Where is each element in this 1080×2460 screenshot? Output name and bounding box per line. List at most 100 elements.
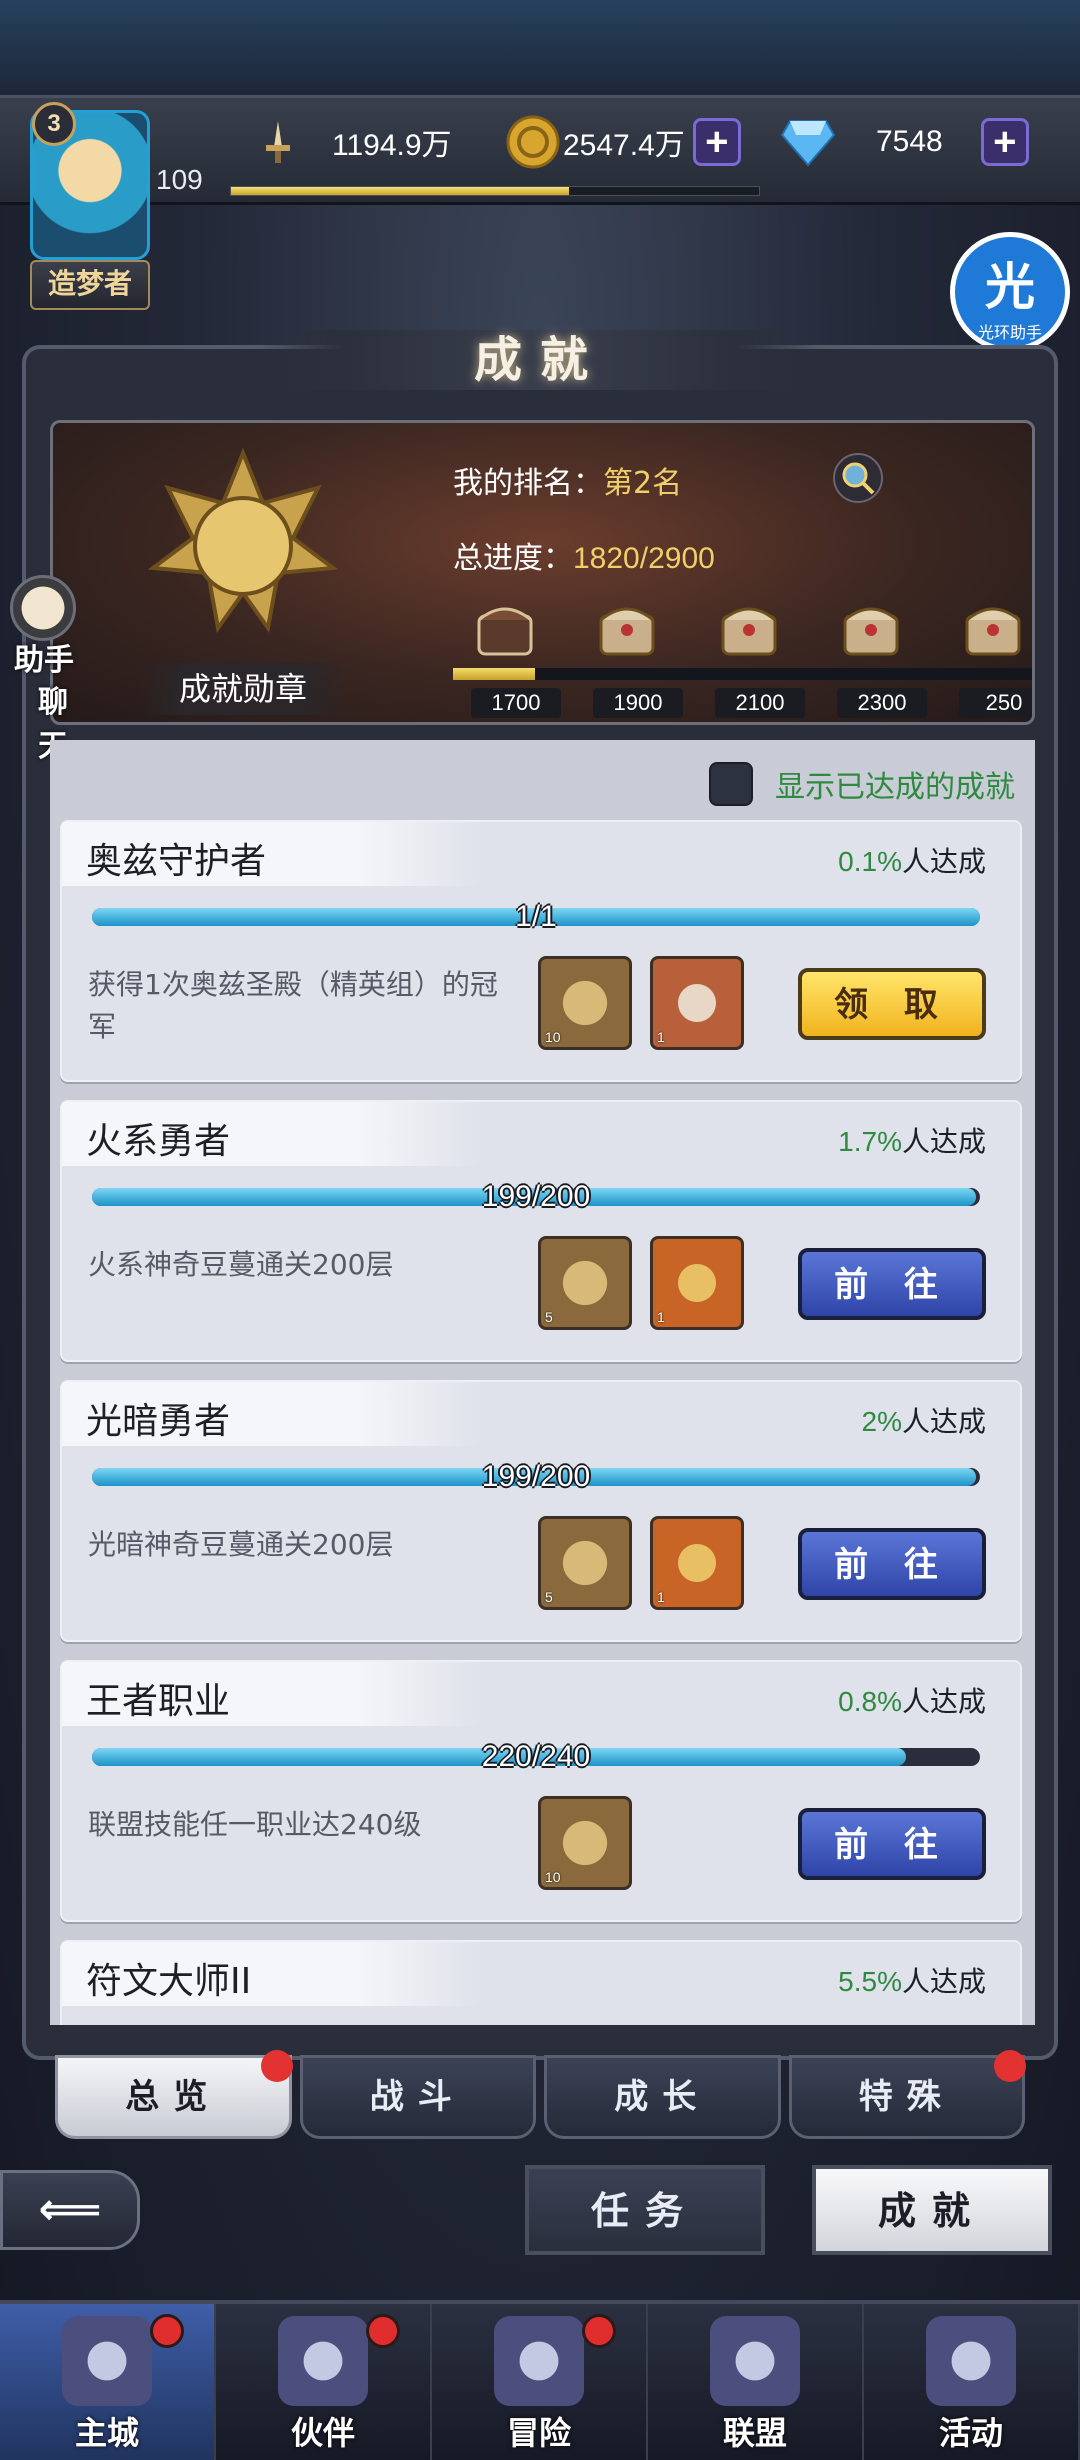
crown-reward-icon[interactable]: 1 <box>650 1236 744 1330</box>
medal-reward-icon[interactable]: 5 <box>538 1516 632 1610</box>
notification-dot <box>260 2050 293 2082</box>
rate-suffix: 人达成 <box>901 1965 986 1998</box>
achievement-title: 火系勇者 <box>86 1121 231 1162</box>
nav-alliance[interactable]: 联盟 <box>648 2304 864 2460</box>
compass-icon <box>494 2316 584 2406</box>
chest-icon[interactable] <box>961 598 1025 660</box>
nav-adventure[interactable]: 冒险 <box>432 2304 648 2460</box>
progress-text: 1/1 <box>515 900 557 933</box>
add-diamond-button[interactable]: + <box>980 118 1029 166</box>
milestone-bar <box>453 668 1032 680</box>
achievement-rate: 5.5%人达成 <box>838 1960 986 2000</box>
achievement-title: 光暗勇者 <box>86 1401 231 1442</box>
assistant-icon: 光 <box>985 258 1035 316</box>
notification-dot <box>150 2314 184 2348</box>
bottom-nav: 主城 伙伴 冒险 联盟 活动 <box>0 2300 1080 2460</box>
chest-icon[interactable] <box>839 598 903 660</box>
medal-reward-icon[interactable]: 10 <box>538 956 632 1050</box>
notification-dot <box>366 2314 400 2348</box>
power-value: 1194.9万 <box>332 129 452 162</box>
achievement-progress-bar: 199/200 <box>92 1460 980 1493</box>
achievement-medal-icon[interactable] <box>147 447 339 638</box>
helper-chat-button[interactable]: 助手 聊 天 <box>0 575 80 764</box>
achievement-rate: 1.7%人达成 <box>838 1120 986 1160</box>
reward-count: 1 <box>657 1589 665 1605</box>
assistant-button[interactable]: 光 光环助手 <box>950 232 1070 352</box>
sword-icon <box>250 114 306 170</box>
xp-bar <box>230 186 760 196</box>
medal-section: 成就勋章 我的排名：第2名 总进度：1820/2900 1700 1900 21… <box>50 420 1035 725</box>
milestone-label: 1900 <box>593 688 683 718</box>
milestone-fill <box>453 668 535 680</box>
nav-events[interactable]: 活动 <box>864 2304 1080 2460</box>
show-completed-toggle[interactable]: 显示已达成的成就 <box>709 762 1015 806</box>
nav-label: 冒险 <box>506 2414 571 2452</box>
rate-value: 0.8% <box>838 1686 902 1717</box>
nav-partners[interactable]: 伙伴 <box>216 2304 432 2460</box>
rate-value: 2% <box>861 1406 902 1437</box>
tab-growth[interactable]: 成长 <box>544 2055 781 2139</box>
medal-reward-icon[interactable]: 10 <box>538 1796 632 1890</box>
top-scene <box>0 0 1080 100</box>
achievement-progress-bar: 220/240 <box>92 1740 980 1773</box>
chest-icon[interactable] <box>473 598 537 660</box>
milestone-label: 2300 <box>837 688 927 718</box>
cards-icon <box>926 2316 1016 2406</box>
rate-suffix: 人达成 <box>901 1685 986 1718</box>
claim-button[interactable]: 领 取 <box>798 968 986 1040</box>
progress-text: 199/200 <box>481 1460 591 1493</box>
vip-level-badge: 3 <box>32 102 76 146</box>
nav-label: 活动 <box>938 2414 1003 2452</box>
achievement-description: 火系神奇豆蔓通关200层 <box>88 1248 394 1281</box>
milestone-label: 250 <box>959 688 1032 718</box>
nav-main-city[interactable]: 主城 <box>0 2304 216 2460</box>
notification-dot <box>582 2314 616 2348</box>
progress-text: 199/200 <box>481 1180 591 1213</box>
achievement-button[interactable]: 成就 <box>812 2165 1052 2255</box>
back-button[interactable]: ⟸ <box>0 2170 140 2250</box>
show-completed-label: 显示已达成的成就 <box>775 770 1015 805</box>
achievement-list[interactable]: 显示已达成的成就 奥兹守护者 0.1%人达成 1/1 获得1次奥兹圣殿（精英组）… <box>50 740 1035 2025</box>
medal-reward-icon[interactable]: 5 <box>538 1236 632 1330</box>
nav-label: 伙伴 <box>290 2414 355 2452</box>
wings-reward-icon[interactable]: 1 <box>650 956 744 1050</box>
rate-suffix: 人达成 <box>901 1125 986 1158</box>
rank-title: 造梦者 <box>30 260 150 310</box>
total-progress: 总进度：1820/2900 <box>453 533 715 577</box>
tab-overview[interactable]: 总览 <box>55 2050 293 2139</box>
nav-label: 联盟 <box>722 2414 787 2452</box>
add-gold-button[interactable]: + <box>692 118 741 166</box>
rate-value: 1.7% <box>838 1126 902 1157</box>
achievement-progress-bar: 1/1 <box>92 900 980 933</box>
go-button[interactable]: 前 往 <box>798 1248 986 1320</box>
castle-icon <box>62 2316 152 2406</box>
achievement-card: 光暗勇者 2%人达成 199/200 光暗神奇豆蔓通关200层 5 1 前 往 <box>60 1380 1022 1642</box>
go-button[interactable]: 前 往 <box>798 1528 986 1600</box>
helper-avatar <box>10 575 76 641</box>
rate-value: 0.1% <box>838 846 902 877</box>
diamond-value: 7548 <box>876 125 943 158</box>
reward-count: 5 <box>545 1589 553 1605</box>
assistant-label: 光环助手 <box>977 323 1042 342</box>
achievement-rate: 2%人达成 <box>862 1400 986 1440</box>
reward-count: 1 <box>657 1309 665 1325</box>
achievement-rate: 0.8%人达成 <box>838 1680 986 1720</box>
emblem-reward-icon[interactable]: 1 <box>650 1516 744 1610</box>
power-display: 1194.9万 <box>250 112 452 172</box>
search-icon[interactable] <box>833 453 883 503</box>
go-button[interactable]: 前 往 <box>798 1808 986 1880</box>
reward-count: 1 <box>657 1029 665 1045</box>
notification-dot <box>994 2050 1026 2082</box>
tab-label: 特殊 <box>858 2077 955 2117</box>
tab-special[interactable]: 特殊 <box>788 2050 1026 2139</box>
achievement-progress-bar: 199/200 <box>92 1180 980 1213</box>
player-profile[interactable]: 3 造梦者 <box>10 100 160 310</box>
task-button[interactable]: 任务 <box>525 2165 765 2255</box>
tab-battle[interactable]: 战斗 <box>299 2055 536 2139</box>
chest-icon[interactable] <box>595 598 659 660</box>
show-completed-checkbox[interactable] <box>709 762 753 806</box>
ranking-label: 我的排名： <box>453 466 603 501</box>
chest-icon[interactable] <box>717 598 781 660</box>
ranking-line: 我的排名：第2名 <box>453 458 682 502</box>
rate-suffix: 人达成 <box>901 845 986 878</box>
